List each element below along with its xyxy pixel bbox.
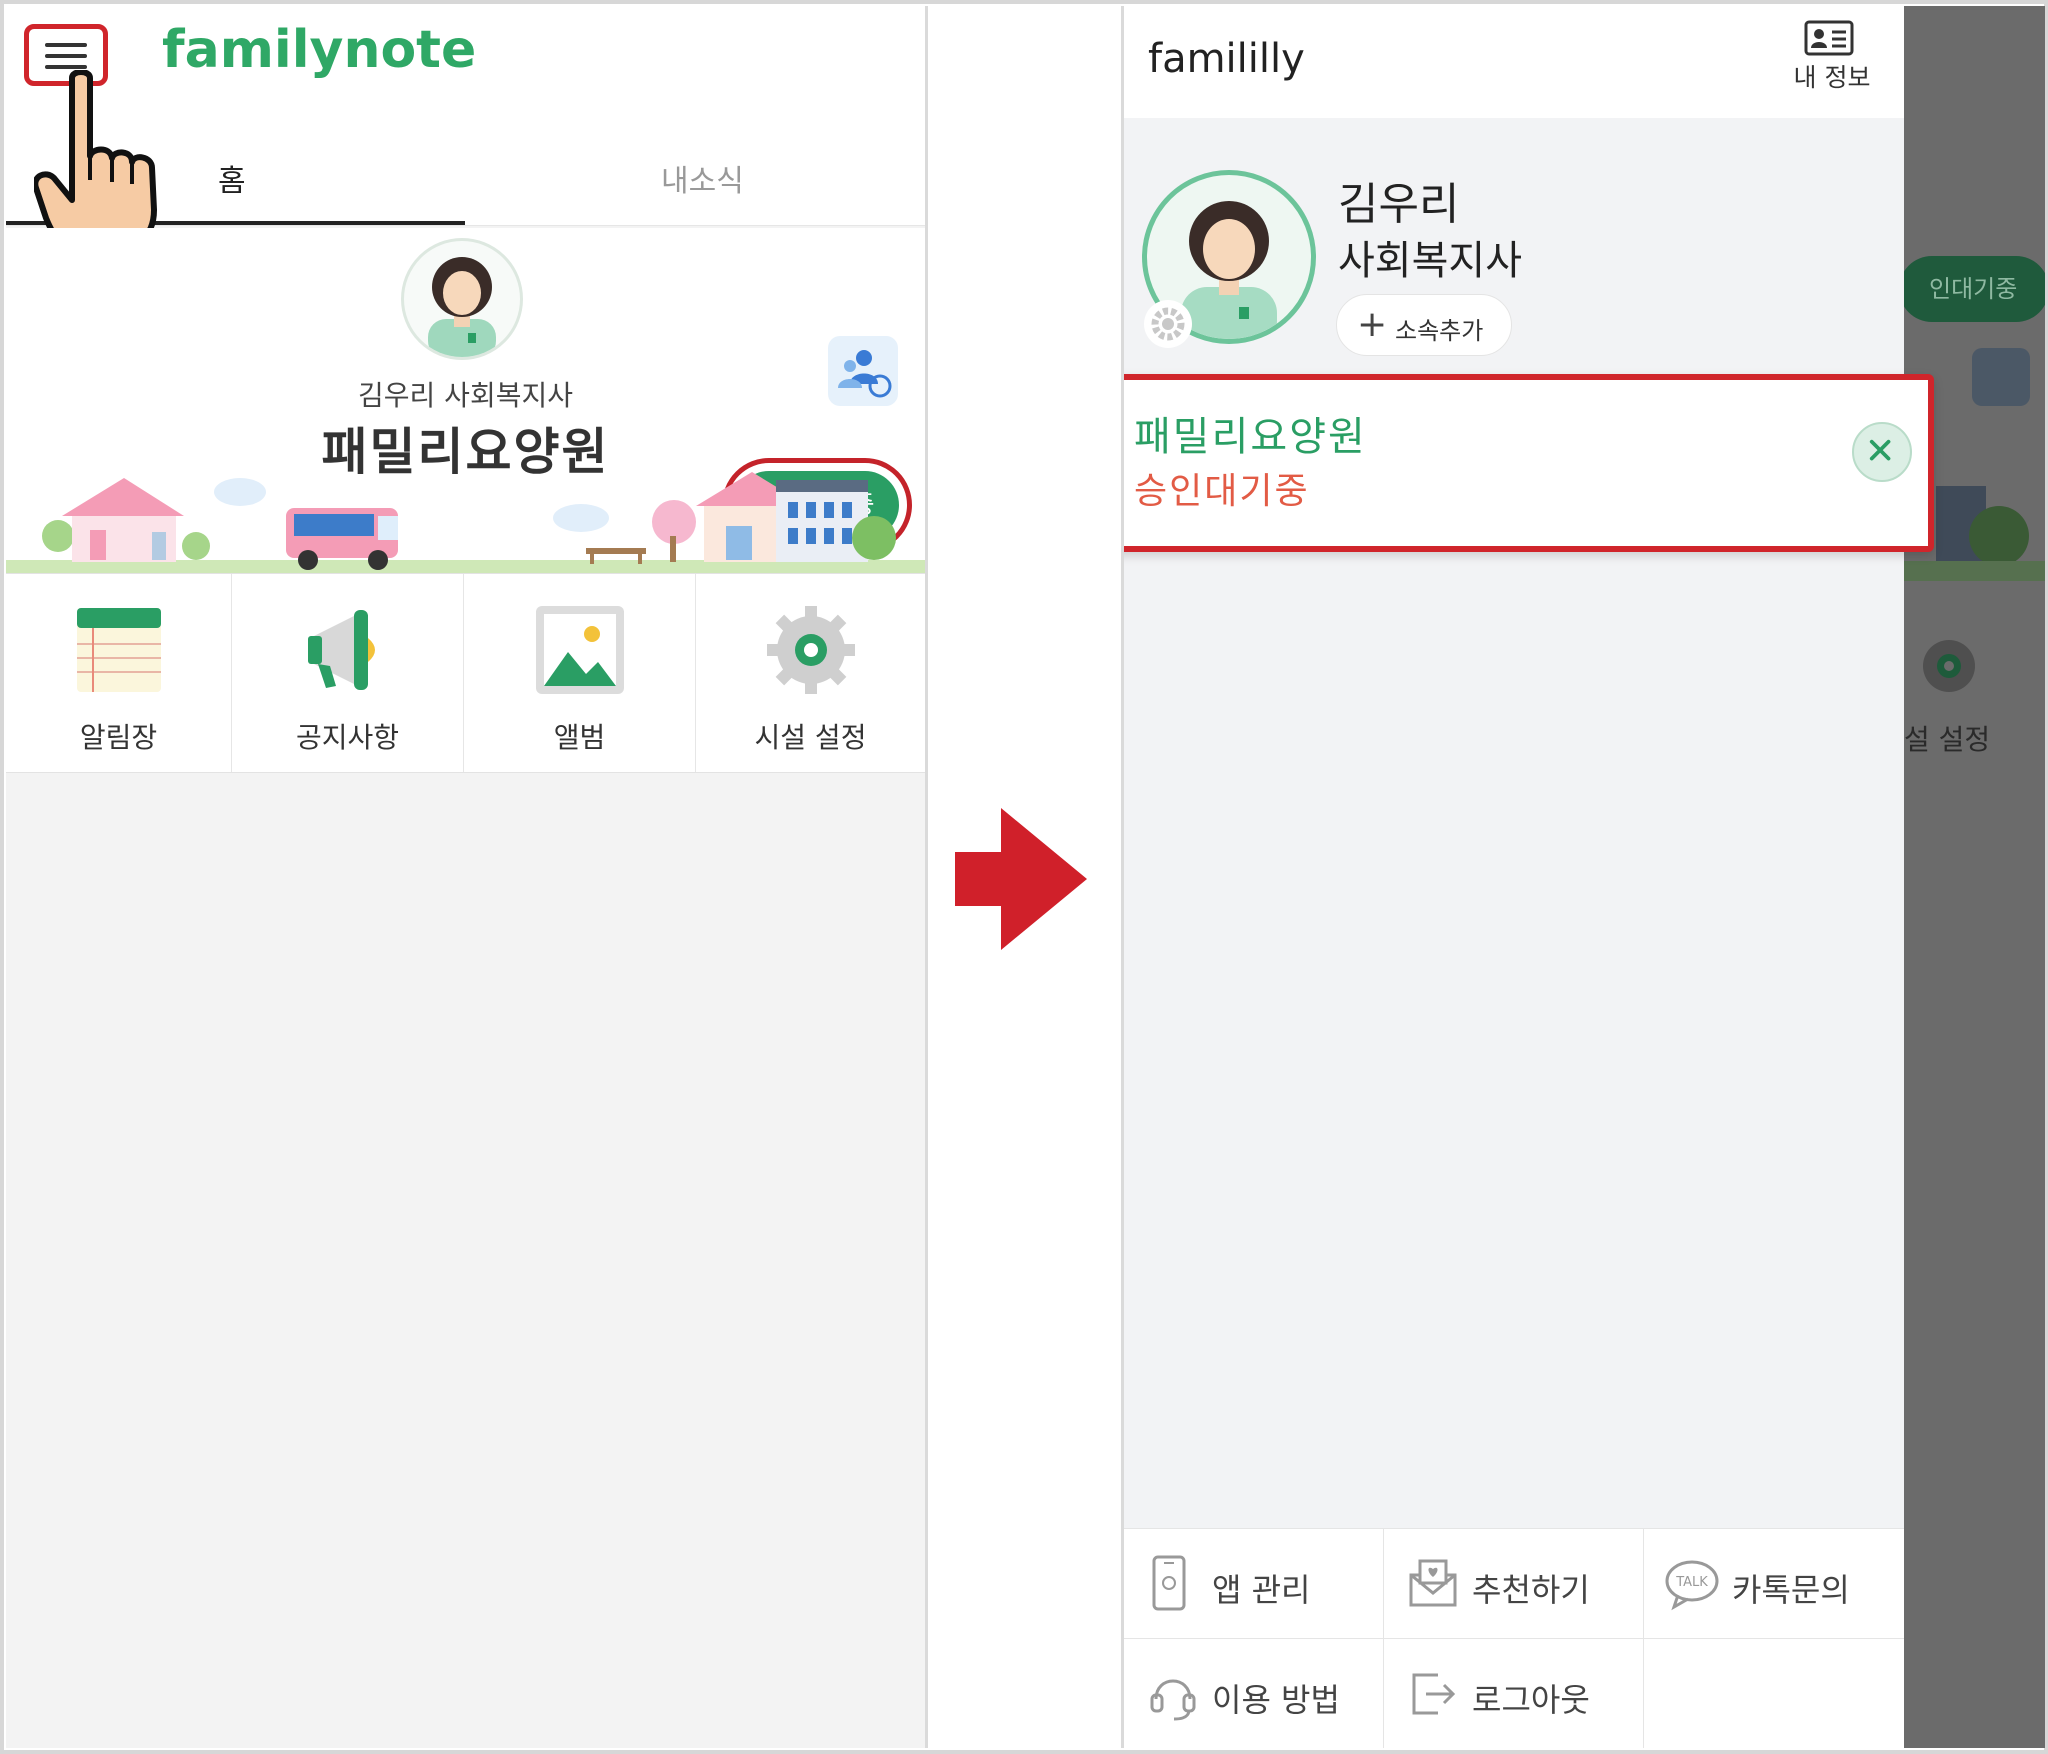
close-icon[interactable] <box>1852 422 1912 482</box>
main-menu-grid: 알림장 공지사항 앨범 시설 설정 <box>6 573 925 773</box>
headset-icon <box>1150 1679 1196 1721</box>
svg-text:TALK: TALK <box>1675 1575 1708 1590</box>
add-affiliation-button[interactable]: + 소속추가 <box>1336 294 1512 356</box>
home-screen: familynote 홈 내소식 승인대기중 <box>6 6 928 1748</box>
next-step-arrow-icon <box>955 808 1087 950</box>
menu-notice-book[interactable]: 알림장 <box>6 574 232 772</box>
dimmed-menu-label: 설 설정 <box>1904 723 1991 756</box>
menu-announcements[interactable]: 공지사항 <box>232 574 464 772</box>
dimmed-family-icon <box>1972 348 2030 406</box>
facility-card-name: 패밀리요양원 <box>1134 414 1367 460</box>
logout-icon <box>1412 1673 1456 1715</box>
dimmed-tree <box>1969 506 2029 566</box>
kakao-inquiry-label: 카톡문의 <box>1732 1571 1850 1609</box>
logout-button[interactable]: 로그아웃 <box>1384 1639 1644 1748</box>
app-logo: familynote <box>162 20 477 80</box>
add-affiliation-label: 소속추가 <box>1395 317 1484 345</box>
dimmed-approval-badge: 인대기중 <box>1899 256 2045 322</box>
id-card-icon[interactable] <box>1804 20 1854 56</box>
drawer-brand: famililly <box>1148 36 1305 82</box>
megaphone-icon <box>307 610 375 690</box>
how-to-use-button[interactable]: 이용 방법 <box>1124 1639 1384 1748</box>
menu-label: 시설 설정 <box>754 721 867 754</box>
gear-icon <box>766 606 855 694</box>
profile-name: 김우리 <box>1338 179 1460 230</box>
menu-facility-settings[interactable]: 시설 설정 <box>696 574 925 772</box>
menu-album[interactable]: 앨범 <box>464 574 696 772</box>
kakao-inquiry-button[interactable]: TALK 카톡문의 <box>1644 1529 1904 1639</box>
profile-role: 사회복지사 <box>1338 238 1522 284</box>
menu-label: 알림장 <box>79 721 158 754</box>
dimmed-ground <box>1904 561 2045 581</box>
side-drawer: famililly 내 정보 김우리 사회복지사 + 소속추가 패밀리요양원 승… <box>1124 6 1934 1748</box>
facility-card-status: 승인대기중 <box>1134 471 1310 512</box>
app-settings-button[interactable]: 앱 관리 <box>1124 1529 1384 1639</box>
recommend-label: 추천하기 <box>1472 1571 1590 1609</box>
avatar <box>401 238 523 360</box>
tab-home-label: 홈 <box>218 164 246 199</box>
drawer-header: famililly 내 정보 <box>1124 6 1904 118</box>
album-icon <box>535 606 624 694</box>
facility-card[interactable]: 패밀리요양원 승인대기중 <box>1124 374 1934 552</box>
phone-icon <box>1152 1555 1186 1611</box>
logout-label: 로그아웃 <box>1472 1681 1590 1719</box>
dimmed-gear-icon <box>1923 640 1975 692</box>
tab-my-news[interactable]: 내소식 <box>465 136 925 226</box>
my-info-label[interactable]: 내 정보 <box>1792 58 1872 94</box>
town-illustration <box>6 472 925 573</box>
plus-icon: + <box>1357 304 1388 345</box>
recommend-button[interactable]: 추천하기 <box>1384 1529 1644 1639</box>
profile-settings-gear-icon[interactable] <box>1144 300 1192 348</box>
facility-hero: 승인대기중 김우리 사회복지사 패밀리요양원 <box>6 228 925 573</box>
user-name-role: 김우리 사회복지사 <box>358 379 573 412</box>
talk-icon: TALK <box>1665 1560 1719 1611</box>
envelope-icon <box>1409 1559 1457 1607</box>
menu-label: 공지사항 <box>295 721 400 754</box>
drawer-screen: 인대기중 설 설정 famililly 내 정보 김우리 사회복지사 + 소속추… <box>1121 6 2045 1748</box>
app-settings-label: 앱 관리 <box>1212 1571 1311 1609</box>
how-to-use-label: 이용 방법 <box>1212 1681 1340 1719</box>
menu-label: 앨범 <box>553 721 606 754</box>
empty-menu-cell <box>1644 1639 1904 1748</box>
tab-my-news-label: 내소식 <box>661 164 744 199</box>
notebook-icon <box>76 608 161 692</box>
drawer-bottom-menu: 앱 관리 추천하기 TALK 카톡문의 이용 방법 로그아웃 <box>1124 1528 1904 1748</box>
